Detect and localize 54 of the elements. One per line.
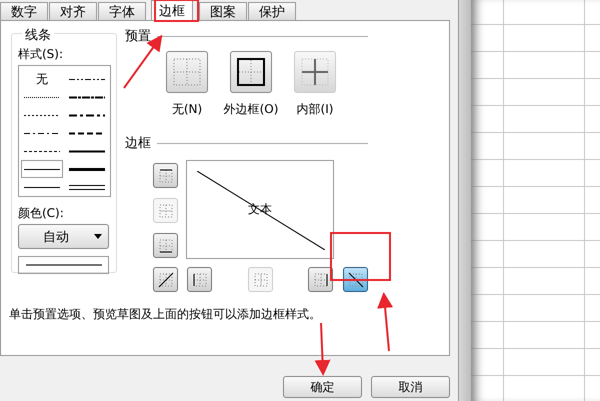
preset-button[interactable]	[230, 51, 272, 93]
line-style-icon	[24, 114, 60, 116]
border-toggle-button[interactable]	[153, 233, 178, 258]
line-sample-icon	[26, 264, 102, 266]
hint-text: 单击预置选项、预览草图及上面的按钮可以添加边框样式。	[9, 306, 322, 323]
preview-text: 文本	[248, 201, 272, 218]
border-toggle-button[interactable]	[187, 267, 212, 292]
annotation-arrow	[314, 322, 330, 376]
section-title: 边框	[125, 135, 151, 152]
line-style-icon	[24, 168, 60, 170]
color-dropdown[interactable]: 自动	[18, 224, 109, 249]
outline-border-icon	[237, 58, 265, 86]
preset-label: 内部(I)	[296, 101, 334, 118]
tab[interactable]: 保护	[248, 2, 296, 20]
caret-icon	[94, 234, 102, 239]
line-style-icon	[24, 132, 60, 134]
line-style-icon	[69, 114, 106, 116]
style-label: 样式(S):	[18, 46, 64, 63]
preset-label: 无(N)	[172, 101, 202, 118]
line-style-icon	[24, 186, 60, 188]
line-style-icon	[69, 168, 106, 170]
highlight-frame	[154, 0, 199, 22]
tab[interactable]: 数字	[0, 2, 48, 20]
line-style-option[interactable]: 无	[21, 70, 62, 88]
section-title: 预置	[125, 28, 151, 45]
line-style-icon	[69, 78, 106, 80]
ok-button[interactable]: 确定	[283, 376, 362, 398]
tab[interactable]: 边框	[151, 0, 193, 20]
group-title: 线条	[22, 26, 54, 44]
inside-border-icon	[301, 58, 329, 86]
line-style-icon	[69, 150, 106, 152]
diagonal-border-icon	[348, 272, 364, 288]
border-toggle-button[interactable]	[343, 267, 368, 292]
border-toggle-button[interactable]	[153, 163, 178, 188]
no-border-icon	[173, 58, 201, 86]
annotation-arrow	[377, 292, 394, 352]
color-label: 颜色(C):	[18, 205, 65, 222]
double-line-icon	[69, 184, 106, 190]
line-style-list[interactable]: 无	[18, 65, 111, 197]
border-toggle-button[interactable]	[153, 267, 178, 292]
tab[interactable]: 图案	[199, 2, 247, 20]
diagonal-border-icon	[158, 272, 174, 288]
highlight-frame	[330, 232, 391, 281]
border-preview[interactable]: 文本	[186, 160, 334, 259]
line-style-icon	[24, 96, 60, 98]
line-style-icon	[69, 96, 106, 98]
preset-label: 外边框(O)	[224, 101, 278, 118]
border-toggle-button[interactable]	[308, 267, 333, 292]
tab[interactable]: 字体	[98, 2, 146, 20]
scrollbar[interactable]	[458, 0, 471, 401]
line-style-icon	[24, 150, 60, 152]
line-style-option[interactable]	[21, 160, 62, 178]
tab[interactable]: 对齐	[49, 2, 97, 20]
cancel-button[interactable]: 取消	[371, 376, 450, 398]
